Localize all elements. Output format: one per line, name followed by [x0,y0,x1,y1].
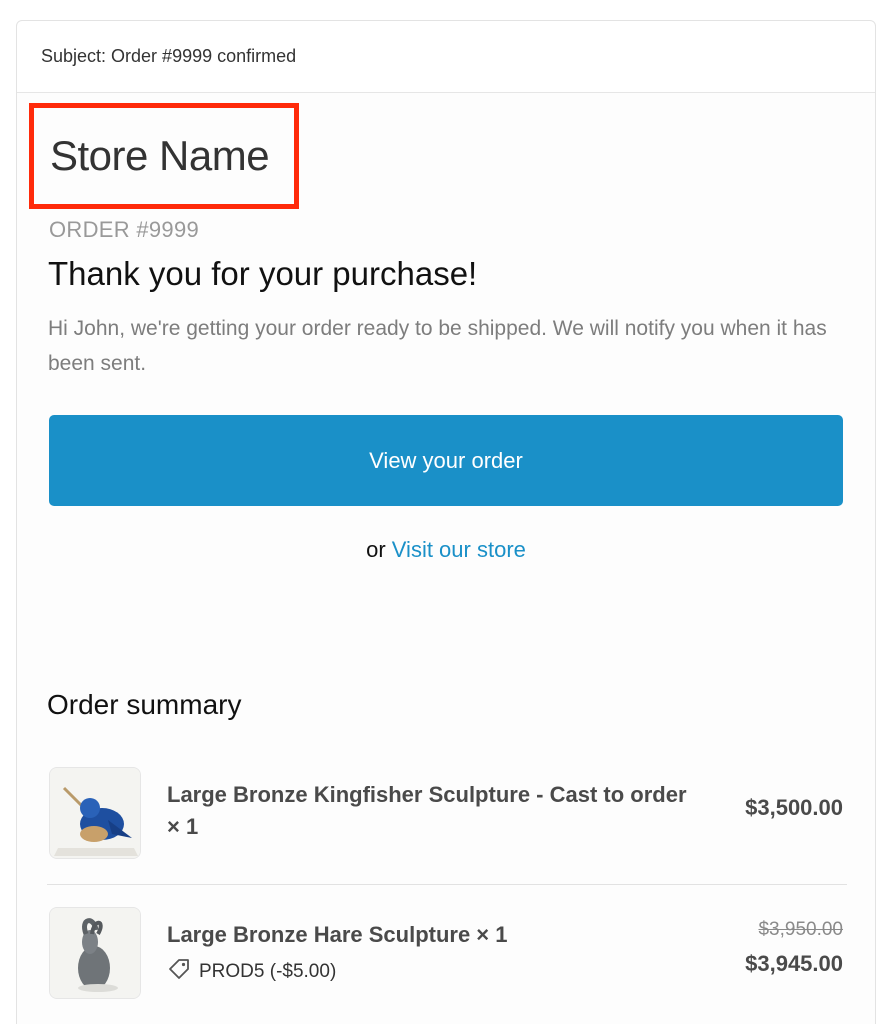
order-number: ORDER #9999 [49,217,200,242]
email-subject: Subject: Order #9999 confirmed [17,21,875,93]
discount-label: PROD5 (-$5.00) [199,961,337,982]
email-body: Store Name ORDER #9999 Thank you for you… [17,93,875,1024]
order-item: Large Bronze Kingfisher Sculpture - Cast… [47,765,847,885]
order-item: Large Bronze Hare Sculpture × 1 PROD5 (-… [47,905,847,1024]
order-summary-title: Order summary [47,689,242,720]
or-text: or [366,537,392,562]
order-message: Hi John, we're getting your order ready … [48,317,827,375]
visit-store-line: or Visit our store [17,537,875,563]
kingfisher-sculpture-image [49,767,141,859]
tag-icon [167,957,199,987]
email-preview-frame: Subject: Order #9999 confirmed Store Nam… [16,20,876,1024]
visit-store-link[interactable]: Visit our store [392,537,526,562]
hare-sculpture-image [49,907,141,999]
item-price: $3,500.00 [745,795,843,820]
discount-code: PROD5 (-$5.00) [167,957,336,987]
view-order-button[interactable]: View your order [49,415,843,506]
store-name: Store Name [50,132,270,179]
thank-you-heading: Thank you for your purchase! [48,255,478,292]
item-name: Large Bronze Kingfisher Sculpture - Cast… [167,782,687,839]
store-name-highlight: Store Name [29,103,299,209]
item-name: Large Bronze Hare Sculpture × 1 [167,922,508,947]
item-price: $3,945.00 [745,951,843,976]
original-price: $3,950.00 [758,919,843,940]
